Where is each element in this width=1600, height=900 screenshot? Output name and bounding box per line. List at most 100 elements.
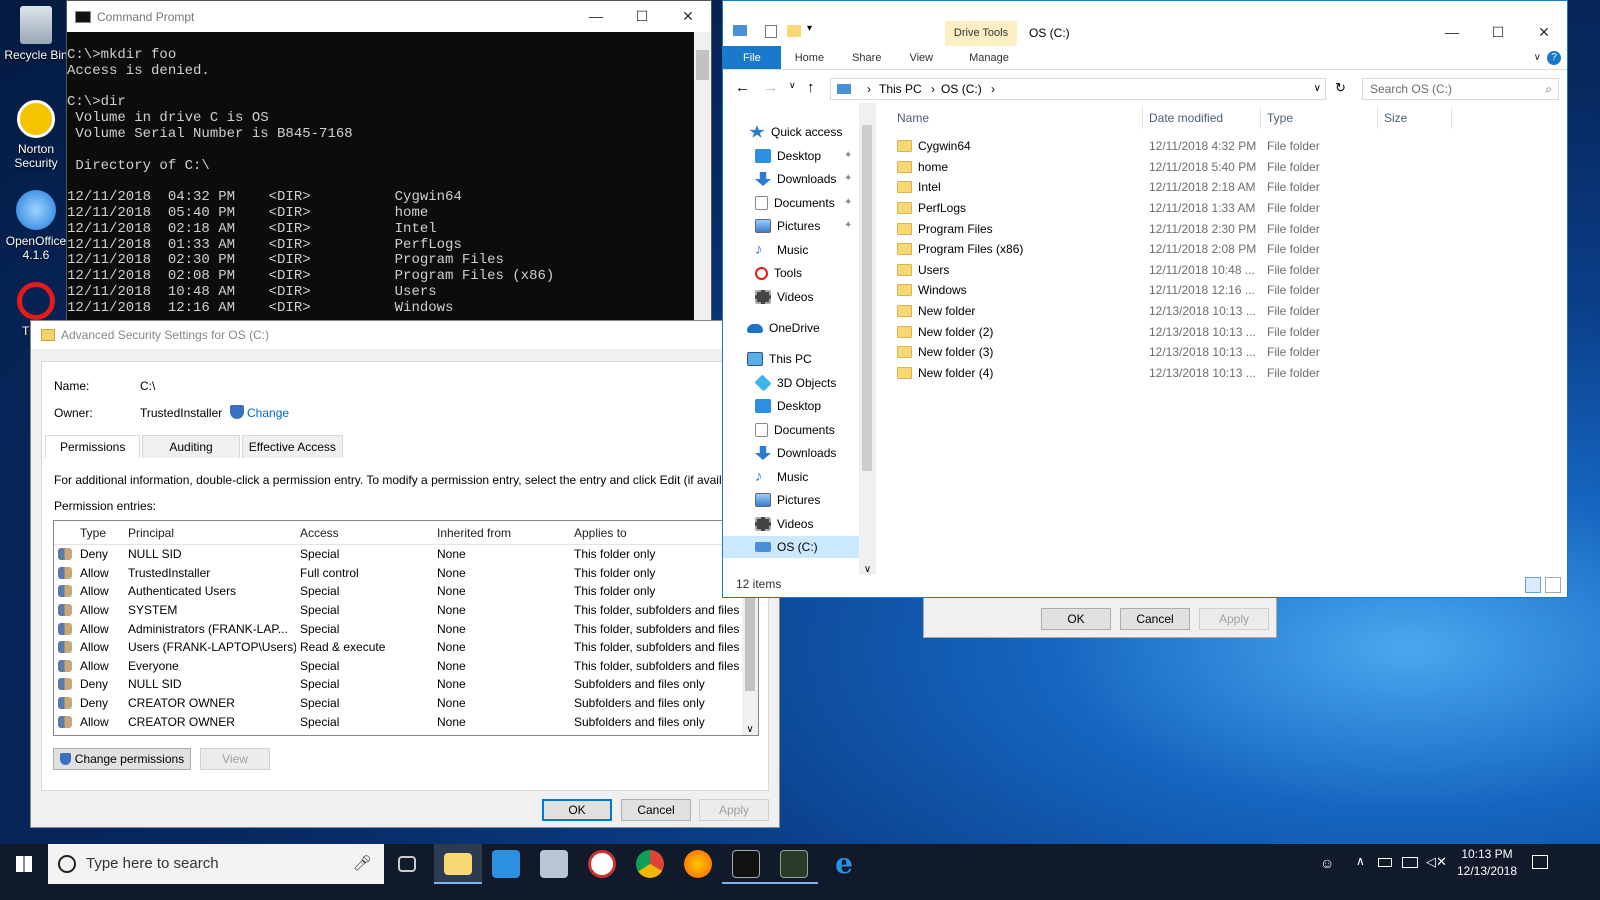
windows-start-icon[interactable] xyxy=(16,856,32,872)
close-icon[interactable]: ✕ xyxy=(665,1,711,32)
microphone-icon[interactable]: 🎤︎ xyxy=(353,844,372,884)
nav-pc-videos[interactable]: Videos xyxy=(755,513,813,535)
pin-icon[interactable]: ✦ xyxy=(844,220,852,231)
permission-entry-row[interactable]: Allow Administrators (FRANK-LAP... Special… xyxy=(54,619,758,638)
nav-quick-pictures[interactable]: Pictures xyxy=(755,215,820,237)
view-button[interactable]: View xyxy=(200,748,270,770)
network-icon[interactable] xyxy=(1402,857,1418,868)
desktop-icon-recycle-bin[interactable]: Recycle Bin xyxy=(0,6,72,62)
file-row[interactable]: New folder (4) 12/13/2018 10:13 ... File f… xyxy=(891,363,1361,384)
change-permissions-button[interactable]: Change permissions xyxy=(53,748,191,770)
clock-app-icon[interactable] xyxy=(588,850,616,878)
breadcrumb-os-c[interactable]: OS (C:) xyxy=(941,82,982,96)
column-header-size[interactable]: Size xyxy=(1378,107,1452,129)
firefox-icon[interactable] xyxy=(684,850,712,878)
change-owner-link[interactable]: Change xyxy=(247,406,289,420)
taskbar-search-input[interactable]: Type here to search 🎤︎ xyxy=(48,844,384,884)
cancel-button[interactable]: Cancel xyxy=(621,799,691,821)
large-icons-view-icon[interactable] xyxy=(1545,577,1561,593)
ribbon-tab-share[interactable]: Share xyxy=(838,46,895,69)
explorer-title-bar[interactable]: ▾ Drive Tools OS (C:) — ☐ ✕ xyxy=(723,1,1567,48)
file-row[interactable]: Windows 12/11/2018 12:16 ... File folder xyxy=(891,280,1361,301)
permission-entry-row[interactable]: Deny CREATOR OWNER Special None Subfolders a… xyxy=(54,694,758,713)
file-row[interactable]: New folder (3) 12/13/2018 10:13 ... File f… xyxy=(891,342,1361,363)
chrome-icon[interactable] xyxy=(636,850,664,878)
command-prompt-window[interactable]: Command Prompt — ☐ ✕ C:\>mkdir foo Acces… xyxy=(66,0,712,330)
permission-entry-row[interactable]: Allow Users (FRANK-LAPTOP\Users) Read & ex… xyxy=(54,638,758,657)
breadcrumb-this-pc[interactable]: This PC xyxy=(879,82,922,96)
recent-locations-icon[interactable]: ∨ xyxy=(789,80,796,91)
address-bar[interactable]: › This PC › OS (C:) › ∨ xyxy=(830,78,1326,100)
nav-this-pc[interactable]: This PC xyxy=(747,348,812,370)
scroll-thumb[interactable] xyxy=(696,50,709,80)
control-panel-icon[interactable] xyxy=(540,850,568,878)
column-header-principal[interactable]: Principal xyxy=(124,526,296,540)
ribbon-tab-manage[interactable]: Manage xyxy=(955,46,1023,69)
nav-onedrive[interactable]: OneDrive xyxy=(747,317,820,339)
permission-entry-row[interactable]: Allow Authenticated Users Special None This … xyxy=(54,582,758,601)
battery-icon[interactable] xyxy=(1378,858,1392,867)
people-icon[interactable]: ☺ xyxy=(1320,855,1334,871)
nav-pc-3d-objects[interactable]: 3D Objects xyxy=(754,372,836,394)
nav-quick-videos[interactable]: Videos xyxy=(755,286,813,308)
file-row[interactable]: Users 12/11/2018 10:48 ... File folder xyxy=(891,260,1361,281)
nav-pc-desktop[interactable]: Desktop xyxy=(755,395,821,417)
file-row[interactable]: New folder 12/13/2018 10:13 ... File folde… xyxy=(891,301,1361,322)
store-icon[interactable] xyxy=(492,850,520,878)
tab-auditing[interactable]: Auditing xyxy=(142,435,240,458)
permission-entry-row[interactable]: Allow TrustedInstaller Full control None Thi… xyxy=(54,564,758,583)
back-icon[interactable]: ← xyxy=(735,79,750,96)
ok-button[interactable]: OK xyxy=(542,799,612,821)
scroll-down-icon[interactable]: ∨ xyxy=(742,724,758,735)
column-header-access[interactable]: Access xyxy=(296,526,433,540)
new-folder-icon[interactable] xyxy=(787,25,801,37)
nav-pc-downloads[interactable]: Downloads xyxy=(755,442,836,464)
maximize-icon[interactable]: ☐ xyxy=(1475,17,1521,48)
permission-entry-row[interactable]: Allow CREATOR OWNER Special None Subfolders … xyxy=(54,712,758,731)
file-row[interactable]: Intel 12/11/2018 2:18 AM File folder xyxy=(891,177,1361,198)
permission-entry-row[interactable]: Deny NULL SID Special None Subfolders and fi… xyxy=(54,675,758,694)
scroll-thumb[interactable] xyxy=(862,125,872,471)
dialog-cancel-button[interactable]: Cancel xyxy=(1120,608,1190,630)
permission-entry-row[interactable]: Deny NULL SID Special None This folder only xyxy=(54,545,758,564)
apply-button[interactable]: Apply xyxy=(699,799,769,821)
close-icon[interactable]: ✕ xyxy=(1521,17,1567,48)
ribbon-tab-view[interactable]: View xyxy=(895,46,947,69)
scroll-down-icon[interactable]: ∨ xyxy=(859,564,876,575)
search-input[interactable]: Search OS (C:) ⌕ xyxy=(1362,78,1559,100)
advanced-security-window[interactable]: Advanced Security Settings for OS (C:) N… xyxy=(30,320,780,828)
cmd-title-bar[interactable]: Command Prompt — ☐ ✕ xyxy=(67,1,711,32)
nav-scrollbar[interactable]: ∨ xyxy=(859,103,876,575)
cmd-output[interactable]: C:\>mkdir foo Access is denied. C:\>dir … xyxy=(67,32,711,317)
minimize-icon[interactable]: — xyxy=(1429,17,1475,48)
minimize-icon[interactable]: — xyxy=(573,1,619,32)
column-header-inherited[interactable]: Inherited from xyxy=(433,526,570,540)
refresh-icon[interactable]: ↻ xyxy=(1335,80,1346,96)
nav-quick-music[interactable]: ♪ Music xyxy=(755,239,808,261)
file-row[interactable]: Program Files 12/11/2018 2:30 PM File fold… xyxy=(891,218,1361,239)
desktop-icon-norton[interactable]: Norton Security xyxy=(0,100,72,170)
ribbon-tab-home[interactable]: Home xyxy=(781,46,838,69)
dialog-apply-button[interactable]: Apply xyxy=(1199,608,1269,630)
column-header-type[interactable]: Type xyxy=(76,526,124,540)
desktop-icon-t[interactable]: T xyxy=(0,282,72,338)
column-header-name[interactable]: Name xyxy=(891,107,1143,129)
tab-effective-access[interactable]: Effective Access xyxy=(241,435,343,458)
column-header-date[interactable]: Date modified xyxy=(1143,107,1261,129)
desktop-icon-openoffice[interactable]: OpenOffice 4.1.6 xyxy=(0,190,72,262)
tab-permissions[interactable]: Permissions xyxy=(45,435,141,458)
internet-explorer-icon[interactable]: e xyxy=(830,850,858,878)
security-title-bar[interactable]: Advanced Security Settings for OS (C:) xyxy=(31,321,779,349)
details-view-icon[interactable] xyxy=(1525,577,1541,593)
permission-entries-table[interactable]: Type Principal Access Inherited from App… xyxy=(53,520,759,736)
task-view-icon[interactable] xyxy=(398,856,416,872)
forward-icon[interactable]: → xyxy=(763,79,778,96)
file-explorer-window[interactable]: ▾ Drive Tools OS (C:) — ☐ ✕ File Home Sh… xyxy=(722,0,1568,598)
file-row[interactable]: Cygwin64 12/11/2018 4:32 PM File folder xyxy=(891,136,1361,157)
action-center-icon[interactable] xyxy=(1532,855,1548,869)
nav-quick-documents[interactable]: Documents xyxy=(755,192,835,214)
nav-quick-downloads[interactable]: Downloads xyxy=(755,168,836,190)
file-row[interactable]: New folder (2) 12/13/2018 10:13 ... File f… xyxy=(891,321,1361,342)
nav-pc-documents[interactable]: Documents xyxy=(755,419,835,441)
up-icon[interactable]: ↑ xyxy=(807,79,815,96)
